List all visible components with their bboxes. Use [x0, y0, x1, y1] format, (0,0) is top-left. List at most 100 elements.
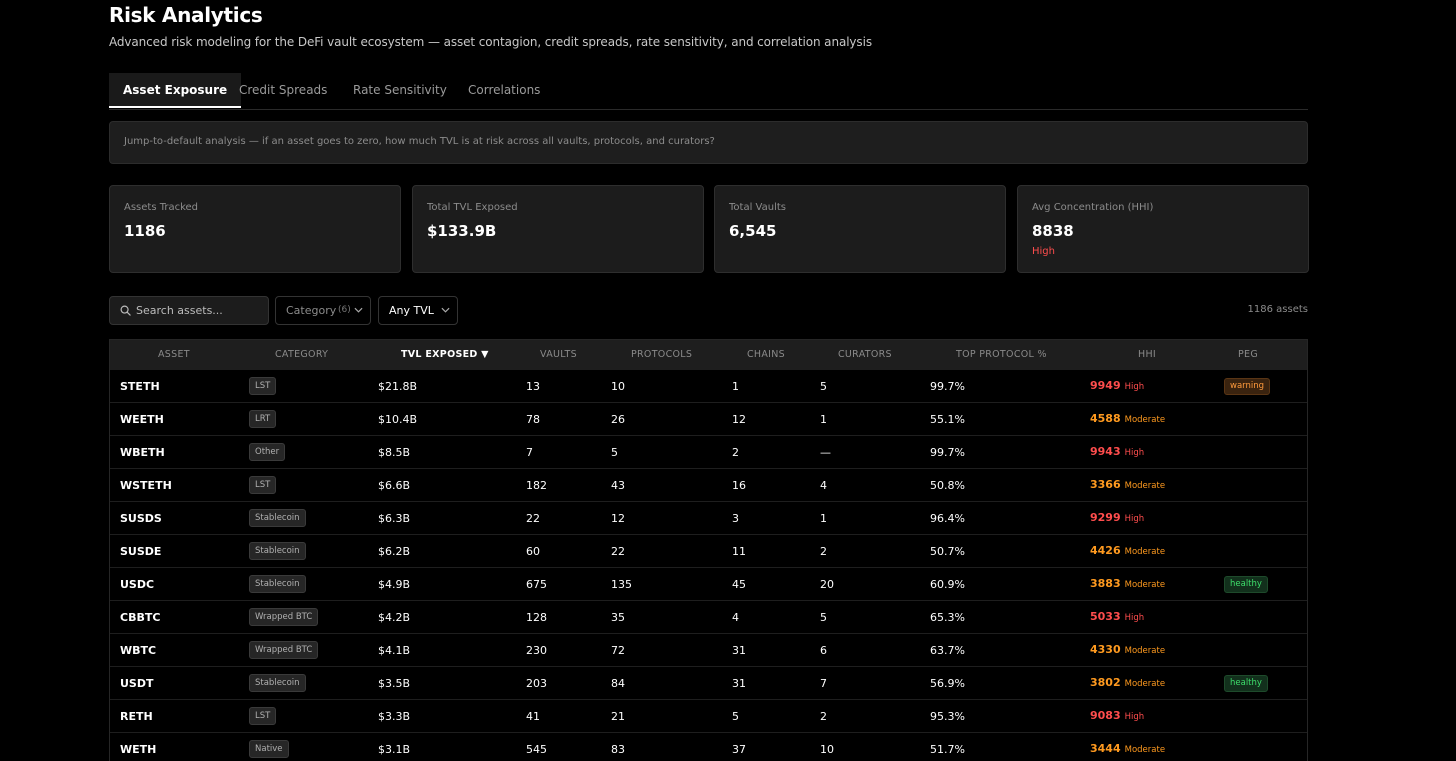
table-row[interactable]: WSTETH LST $6.6B 182 43 16 4 50.8% 3366 Moderate	[110, 469, 1307, 502]
tab-credit-spreads[interactable]: Credit Spreads	[239, 73, 327, 108]
protocol-count: 10	[611, 380, 625, 393]
column-header-vaults[interactable]: VAULTS	[540, 349, 577, 360]
curator-count: 4	[820, 479, 827, 492]
chain-count: 5	[732, 710, 739, 723]
stat-value: 8838	[1032, 222, 1074, 240]
stat-label: Total Vaults	[729, 202, 786, 213]
peg-status-badge: healthy	[1224, 576, 1268, 593]
vault-count: 60	[526, 545, 540, 558]
category-badge: Wrapped BTC	[249, 608, 319, 626]
hhi-value: 9083	[1090, 709, 1121, 722]
concentration-level: High	[1032, 246, 1055, 257]
curator-count: 5	[820, 380, 827, 393]
tab-correlations[interactable]: Correlations	[468, 73, 540, 108]
column-header-tvl-exposed[interactable]: TVL EXPOSED ▼	[401, 349, 489, 360]
chain-count: 1	[732, 380, 739, 393]
table-header: ASSET CATEGORY TVL EXPOSED ▼ VAULTS PROT…	[110, 340, 1307, 370]
tvl-dropdown[interactable]: Any TVL	[378, 296, 458, 325]
tvl-exposed: $6.6B	[378, 479, 411, 492]
vault-count: 7	[526, 446, 533, 459]
search-input[interactable]	[136, 297, 264, 324]
category-badge: Stablecoin	[249, 542, 306, 560]
hhi-level: Moderate	[1124, 481, 1166, 491]
tvl-exposed: $8.5B	[378, 446, 411, 459]
hhi-cell: 9083 High	[1090, 709, 1144, 722]
tab-asset-exposure[interactable]: Asset Exposure	[109, 73, 242, 108]
vault-count: 230	[526, 644, 547, 657]
chain-count: 45	[732, 578, 746, 591]
table-row[interactable]: USDC Stablecoin $4.9B 675 135 45 20 60.9% 3883 Mo…	[110, 568, 1307, 601]
hhi-cell: 5033 High	[1090, 610, 1144, 623]
info-banner: Jump-to-default analysis — if an asset g…	[109, 121, 1308, 164]
tvl-exposed: $4.1B	[378, 644, 411, 657]
protocol-count: 12	[611, 512, 625, 525]
curator-count: 2	[820, 545, 827, 558]
chain-count: 3	[732, 512, 739, 525]
tvl-exposed: $6.2B	[378, 545, 411, 558]
chevron-down-icon	[354, 307, 363, 313]
stat-value: $133.9B	[427, 222, 497, 240]
category-badge: LRT	[249, 410, 277, 428]
curator-count: 7	[820, 677, 827, 690]
column-header-peg[interactable]: PEG	[1238, 349, 1258, 360]
vault-count: 41	[526, 710, 540, 723]
hhi-value: 9299	[1090, 511, 1121, 524]
table-row[interactable]: WBTC Wrapped BTC $4.1B 230 72 31 6 63.7% 4330 Mod…	[110, 634, 1307, 667]
column-header-top-protocol[interactable]: TOP PROTOCOL %	[956, 349, 1047, 360]
chain-count: 37	[732, 743, 746, 756]
stat-label: Avg Concentration (HHI)	[1032, 202, 1154, 213]
column-header-hhi[interactable]: HHI	[1138, 349, 1156, 360]
category-dropdown-label: Category	[286, 304, 337, 317]
vault-count: 13	[526, 380, 540, 393]
column-header-curators[interactable]: CURATORS	[838, 349, 892, 360]
hhi-cell: 3883 Moderate	[1090, 577, 1165, 590]
hhi-value: 4588	[1090, 412, 1121, 425]
asset-symbol: SUSDS	[120, 512, 162, 525]
protocol-count: 21	[611, 710, 625, 723]
top-protocol-share: 63.7%	[930, 644, 965, 657]
category-badge: Native	[249, 740, 289, 758]
protocol-count: 84	[611, 677, 625, 690]
column-header-asset[interactable]: ASSET	[158, 349, 190, 360]
category-dropdown[interactable]: Category (6)	[275, 296, 371, 325]
curator-count: 6	[820, 644, 827, 657]
table-row[interactable]: SUSDS Stablecoin $6.3B 22 12 3 1 96.4% 9299 High	[110, 502, 1307, 535]
column-header-protocols[interactable]: PROTOCOLS	[631, 349, 692, 360]
vault-count: 675	[526, 578, 547, 591]
category-badge: LST	[249, 377, 277, 395]
column-header-chains[interactable]: CHAINS	[747, 349, 785, 360]
protocol-count: 35	[611, 611, 625, 624]
curator-count: 1	[820, 413, 827, 426]
table-row[interactable]: CBBTC Wrapped BTC $4.2B 128 35 4 5 65.3% 5033 Hig…	[110, 601, 1307, 634]
category-badge: Stablecoin	[249, 674, 306, 692]
stat-card-assets-tracked: Assets Tracked 1186	[109, 185, 401, 273]
chain-count: 12	[732, 413, 746, 426]
top-protocol-share: 50.7%	[930, 545, 965, 558]
table-row[interactable]: SUSDE Stablecoin $6.2B 60 22 11 2 50.7% 4426 Mode…	[110, 535, 1307, 568]
chevron-down-icon	[441, 307, 450, 313]
protocol-count: 26	[611, 413, 625, 426]
table-row[interactable]: STETH LST $21.8B 13 10 1 5 99.7% 9949 High warning	[110, 370, 1307, 403]
asset-symbol: WSTETH	[120, 479, 172, 492]
table-row[interactable]: WBETH Other $8.5B 7 5 2 — 99.7% 9943 High	[110, 436, 1307, 469]
vault-count: 182	[526, 479, 547, 492]
category-badge: Wrapped BTC	[249, 641, 319, 659]
tvl-exposed: $3.5B	[378, 677, 411, 690]
hhi-level: High	[1124, 382, 1145, 392]
table-row[interactable]: RETH LST $3.3B 41 21 5 2 95.3% 9083 High	[110, 700, 1307, 733]
page-subtitle: Advanced risk modeling for the DeFi vaul…	[109, 35, 872, 49]
column-header-category[interactable]: CATEGORY	[275, 349, 328, 360]
tab-rate-sensitivity[interactable]: Rate Sensitivity	[353, 73, 447, 108]
table-row[interactable]: WETH Native $3.1B 545 83 37 10 51.7% 3444 Moderat…	[110, 733, 1307, 761]
search-box[interactable]	[109, 296, 269, 325]
vault-count: 545	[526, 743, 547, 756]
hhi-level: Moderate	[1124, 679, 1166, 689]
chain-count: 2	[732, 446, 739, 459]
table-row[interactable]: USDT Stablecoin $3.5B 203 84 31 7 56.9% 3802 Mode…	[110, 667, 1307, 700]
table-row[interactable]: WEETH LRT $10.4B 78 26 12 1 55.1% 4588 Moderate	[110, 403, 1307, 436]
hhi-level: Moderate	[1124, 745, 1166, 755]
asset-symbol: USDC	[120, 578, 155, 591]
vault-count: 128	[526, 611, 547, 624]
hhi-value: 9943	[1090, 445, 1121, 458]
tvl-exposed: $3.1B	[378, 743, 411, 756]
